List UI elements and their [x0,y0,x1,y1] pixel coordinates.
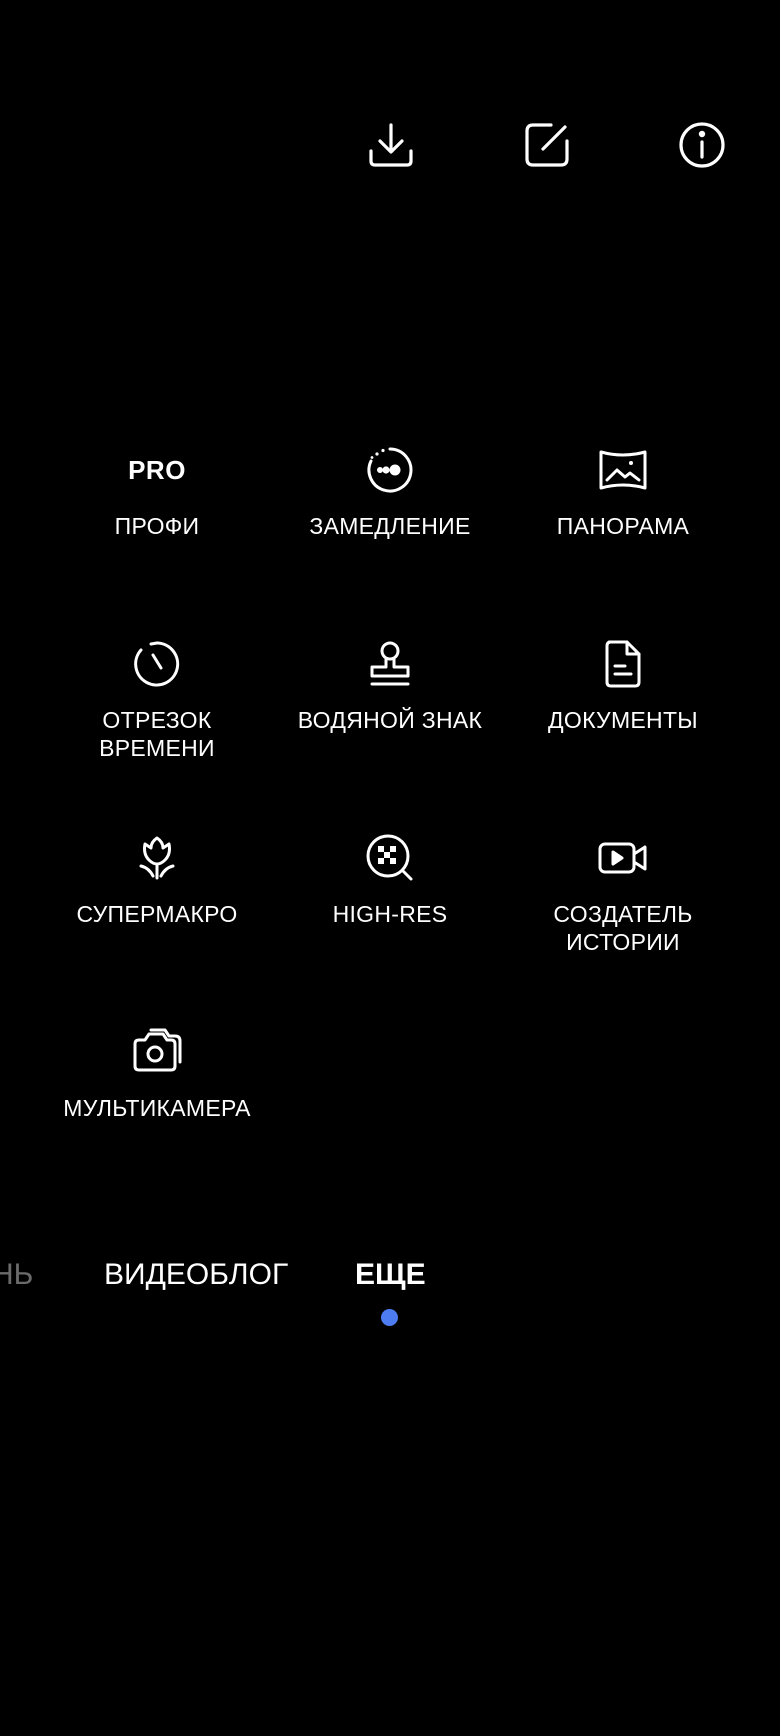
tab-more[interactable]: ЕЩЕ [355,1255,426,1295]
mode-super-macro[interactable]: СУПЕРМАКРО [40,828,274,978]
mode-slow-motion[interactable]: ЗАМЕДЛЕНИЕ [273,440,507,590]
mode-label: ЗАМЕДЛЕНИЕ [309,513,471,539]
top-bar [0,0,780,290]
mode-story-creator[interactable]: СОЗДАТЕЛЬ ИСТОРИИ [506,828,740,978]
download-button[interactable] [359,113,423,177]
video-icon [598,842,647,874]
tab-videoblog[interactable]: ВИДЕОБЛОГ [104,1255,288,1295]
mode-label: HIGH-RES [332,901,448,927]
document-icon [605,640,641,688]
info-button[interactable] [670,113,734,177]
info-icon [679,122,725,168]
flower-icon [139,836,175,880]
mode-documents[interactable]: ДОКУМЕНТЫ [506,634,740,784]
panorama-icon [599,450,647,490]
active-tab-indicator [381,1309,398,1326]
mode-label: ДОКУМЕНТЫ [548,707,698,733]
edit-button[interactable] [515,113,579,177]
mode-time-lapse[interactable]: ОТРЕЗОК ВРЕМЕНИ [40,634,274,784]
mode-watermark[interactable]: ВОДЯНОЙ ЗНАК [273,634,507,784]
slow-motion-icon [367,447,413,493]
mode-panorama[interactable]: ПАНОРАМА [506,440,740,590]
high-res-icon [366,834,413,881]
stamp-icon [370,641,410,686]
mode-label: СОЗДАТЕЛЬ ИСТОРИИ [553,901,693,955]
mode-label: ОТРЕЗОК ВРЕМЕНИ [99,707,215,761]
timer-icon [134,641,180,687]
mode-label: ПАНОРАМА [556,513,690,539]
tab-partial[interactable]: НЬ [0,1255,33,1295]
mode-high-res[interactable]: HIGH-RES [273,828,507,978]
download-icon [369,123,413,167]
camera-icon [133,1028,182,1072]
edit-icon [525,123,569,167]
pro-icon: PRO [128,454,186,485]
mode-label: ВОДЯНОЙ ЗНАК [297,707,483,733]
mode-multi-camera[interactable]: МУЛЬТИКАМЕРА [40,1022,274,1172]
mode-label: ПРОФИ [114,513,200,539]
mode-label: МУЛЬТИКАМЕРА [63,1095,251,1121]
mode-pro[interactable]: PRO ПРОФИ [40,440,274,590]
mode-label: СУПЕРМАКРО [76,901,238,927]
